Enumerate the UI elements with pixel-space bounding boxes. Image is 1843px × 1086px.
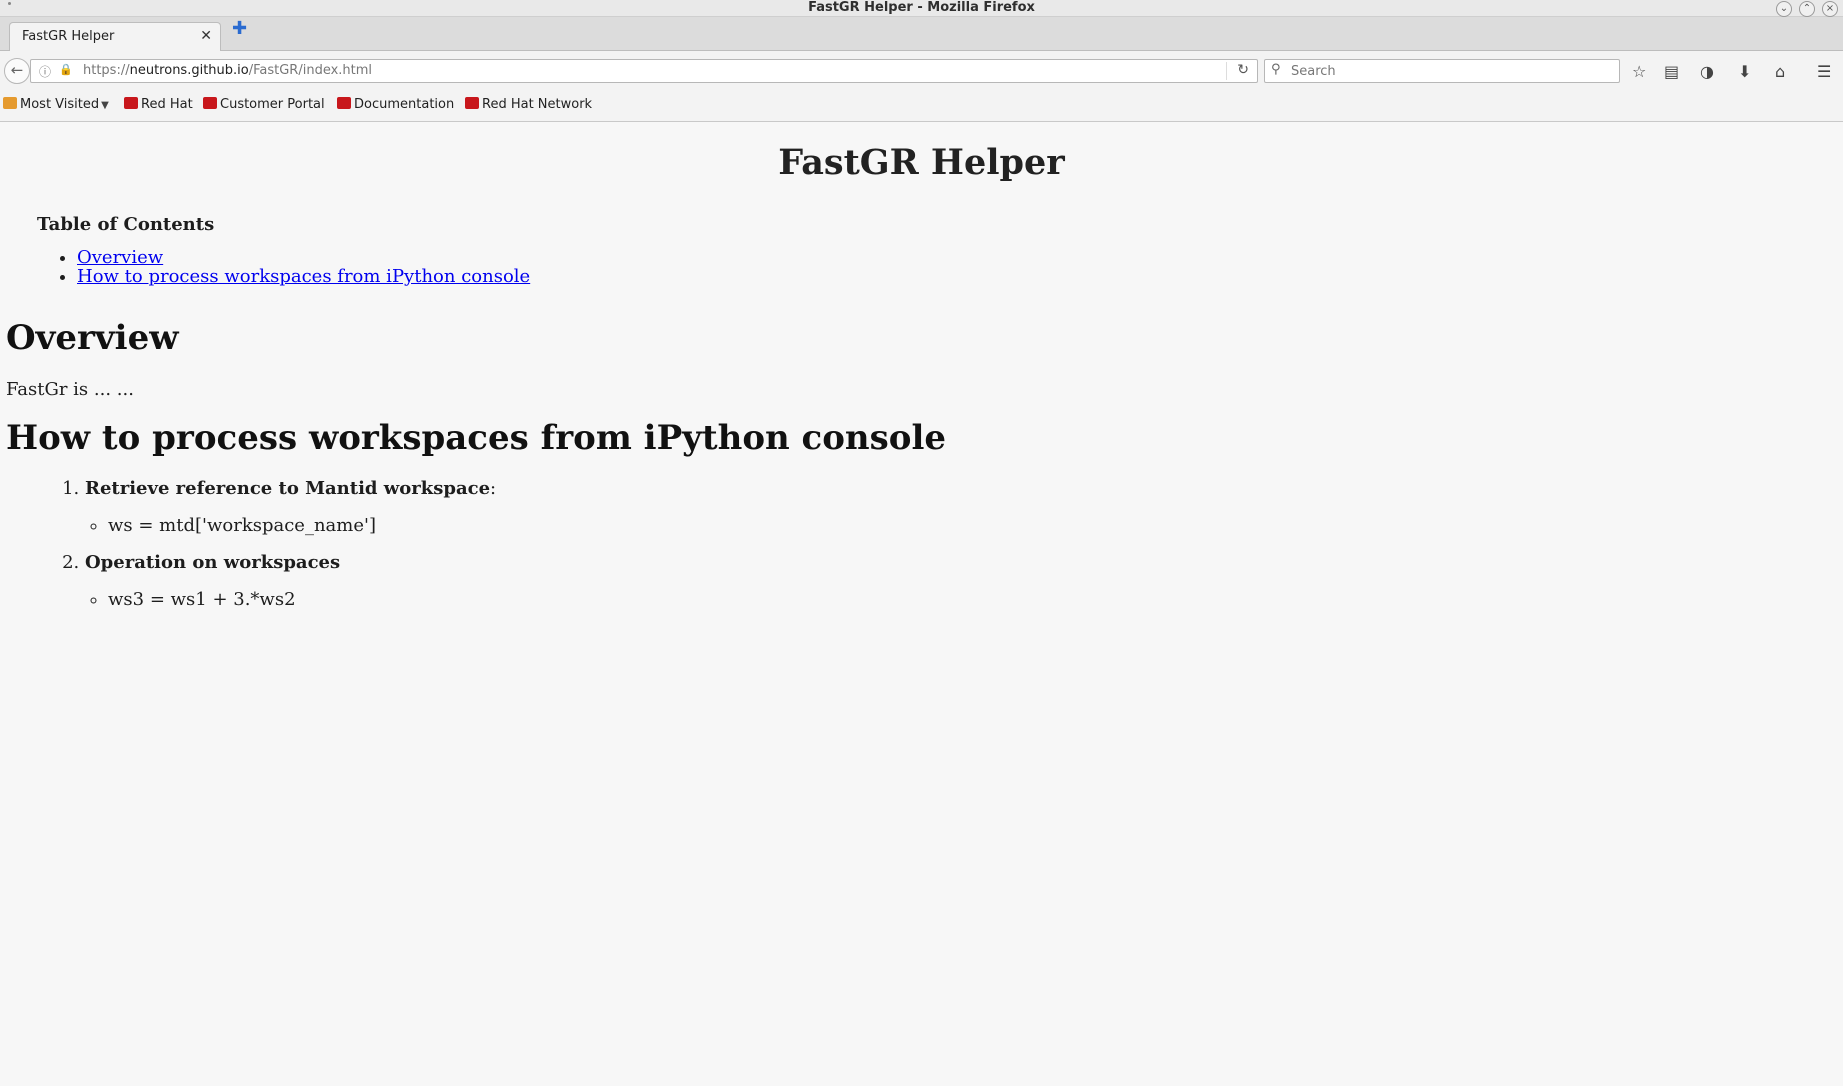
menu-icon[interactable]: ☰ (1817, 64, 1831, 80)
toc-item: How to process workspaces from iPython c… (77, 267, 530, 286)
back-button[interactable]: ← (4, 58, 30, 84)
window-title: FastGR Helper - Mozilla Firefox (808, 0, 1035, 15)
step-item: Operation on workspaces ws3 = ws1 + 3.*w… (85, 552, 496, 610)
url-host: neutrons.github.io (129, 63, 249, 78)
search-icon: ⚲ (1271, 62, 1281, 77)
navigation-bar: ← ⓘ 🔒 https://neutrons.github.io/FastGR/… (0, 51, 1843, 89)
chevron-down-icon: ▼ (101, 100, 109, 111)
redhat-icon (124, 97, 138, 109)
new-tab-icon[interactable]: ✚ (232, 20, 247, 38)
toc-link-overview[interactable]: Overview (77, 247, 163, 268)
pocket-icon[interactable]: ◑ (1700, 64, 1714, 80)
toc-title: Table of Contents (37, 214, 215, 235)
page-content: FastGR Helper Table of Contents Overview… (0, 122, 1843, 1086)
step-code: ws = mtd['workspace_name'] (108, 515, 496, 536)
step-title: Retrieve reference to Mantid workspace (85, 478, 491, 499)
step-details: ws = mtd['workspace_name'] (85, 515, 496, 536)
close-tab-icon[interactable]: ✕ (200, 28, 212, 44)
bookmark-most-visited[interactable]: Most Visited ▼ (3, 97, 109, 112)
lock-icon[interactable]: 🔒 (59, 63, 73, 76)
step-item: Retrieve reference to Mantid workspace: … (85, 478, 496, 536)
search-bar[interactable]: ⚲ (1264, 59, 1620, 83)
bookmark-documentation[interactable]: Documentation (337, 97, 454, 112)
bookmark-label: Red Hat Network (482, 97, 593, 112)
toc-item: Overview (77, 248, 530, 267)
url-path: /FastGR/index.html (248, 63, 373, 78)
site-info-icon[interactable]: ⓘ (39, 63, 51, 80)
maximize-icon[interactable]: ⌃ (1799, 1, 1815, 17)
home-icon[interactable]: ⌂ (1775, 64, 1785, 80)
bookmark-label: Documentation (354, 97, 455, 112)
downloads-icon[interactable]: ⬇ (1738, 64, 1751, 80)
step-title: Operation on workspaces (85, 552, 341, 573)
bookmark-label: Customer Portal (220, 97, 325, 112)
window-titlebar: FastGR Helper - Mozilla Firefox ⌄ ⌃ × (0, 0, 1843, 17)
step-details: ws3 = ws1 + 3.*ws2 (85, 589, 496, 610)
url-bar-divider (1226, 62, 1227, 80)
redhat-icon (337, 97, 351, 109)
howto-steps: Retrieve reference to Mantid workspace: … (62, 478, 496, 626)
step-code: ws3 = ws1 + 3.*ws2 (108, 589, 496, 610)
search-input[interactable] (1289, 61, 1613, 81)
step-suffix: : (490, 478, 497, 499)
tab-strip: FastGR Helper ✕ (0, 17, 1843, 51)
redhat-icon (465, 97, 479, 109)
folder-icon (3, 97, 17, 109)
tab-label: FastGR Helper (22, 29, 115, 44)
url-bar[interactable]: ⓘ 🔒 https://neutrons.github.io/FastGR/in… (30, 59, 1258, 83)
bookmark-label: Red Hat (141, 97, 193, 112)
table-of-contents: Overview How to process workspaces from … (58, 248, 530, 286)
close-window-icon[interactable]: × (1822, 1, 1838, 17)
redhat-icon (203, 97, 217, 109)
bookmark-star-icon[interactable]: ☆ (1632, 64, 1646, 80)
reload-icon[interactable]: ↻ (1237, 62, 1249, 78)
section-heading-howto: How to process workspaces from iPython c… (6, 418, 947, 458)
page-title: FastGR Helper (778, 142, 1065, 183)
toc-link-howto[interactable]: How to process workspaces from iPython c… (77, 266, 530, 287)
bookmark-red-hat-network[interactable]: Red Hat Network (465, 97, 592, 112)
bookmark-customer-portal[interactable]: Customer Portal (203, 97, 325, 112)
reading-list-icon[interactable]: ▤ (1664, 64, 1679, 80)
minimize-icon[interactable]: ⌄ (1776, 1, 1792, 17)
tab-fastgr-helper[interactable]: FastGR Helper ✕ (9, 22, 221, 51)
bookmarks-toolbar: Most Visited ▼ Red Hat Customer Portal Do… (0, 89, 1843, 122)
section-heading-overview: Overview (6, 318, 179, 358)
bookmark-red-hat[interactable]: Red Hat (124, 97, 193, 112)
url-prefix: https:// (83, 63, 130, 78)
url-text[interactable]: https://neutrons.github.io/FastGR/index.… (83, 63, 372, 78)
overview-text: FastGr is ... ... (6, 379, 134, 400)
bookmark-label: Most Visited (20, 97, 100, 112)
